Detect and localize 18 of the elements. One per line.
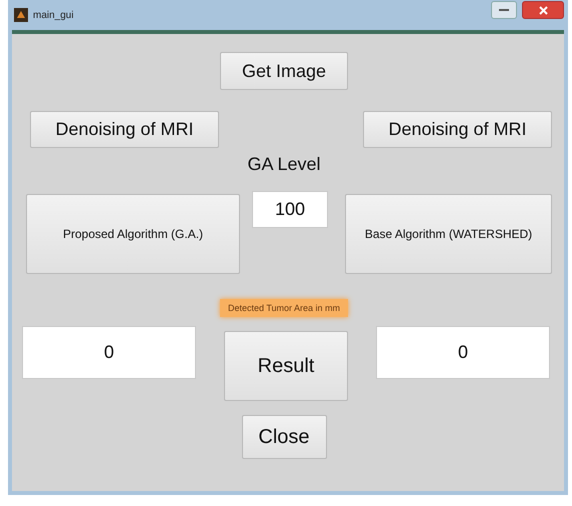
window-title: main_gui (33, 10, 74, 20)
get-image-button[interactable]: Get Image (220, 52, 348, 90)
app-icon (14, 8, 28, 22)
tumor-area-label: Detected Tumor Area in mm (220, 299, 348, 317)
close-button[interactable]: Close (242, 415, 326, 459)
result-field[interactable]: 0 (376, 326, 550, 379)
denoising-button[interactable]: Denoising of MRI (30, 111, 219, 148)
close-window-button[interactable] (522, 1, 564, 19)
minimize-icon (499, 8, 509, 12)
ga-level-label: GA Level (247, 154, 321, 175)
proposed-algorithm-button[interactable]: Proposed Algorithm (G.A.) (26, 194, 240, 274)
denoising-button[interactable]: Denoising of MRI (363, 111, 552, 148)
close-icon (538, 6, 548, 14)
result-field[interactable]: 0 (22, 326, 196, 379)
ga-level-field[interactable]: 100 (252, 191, 328, 228)
result-button[interactable]: Result (224, 331, 348, 401)
minimize-button[interactable] (491, 1, 517, 19)
base-algorithm-button[interactable]: Base Algorithm (WATERSHED) (345, 194, 552, 274)
